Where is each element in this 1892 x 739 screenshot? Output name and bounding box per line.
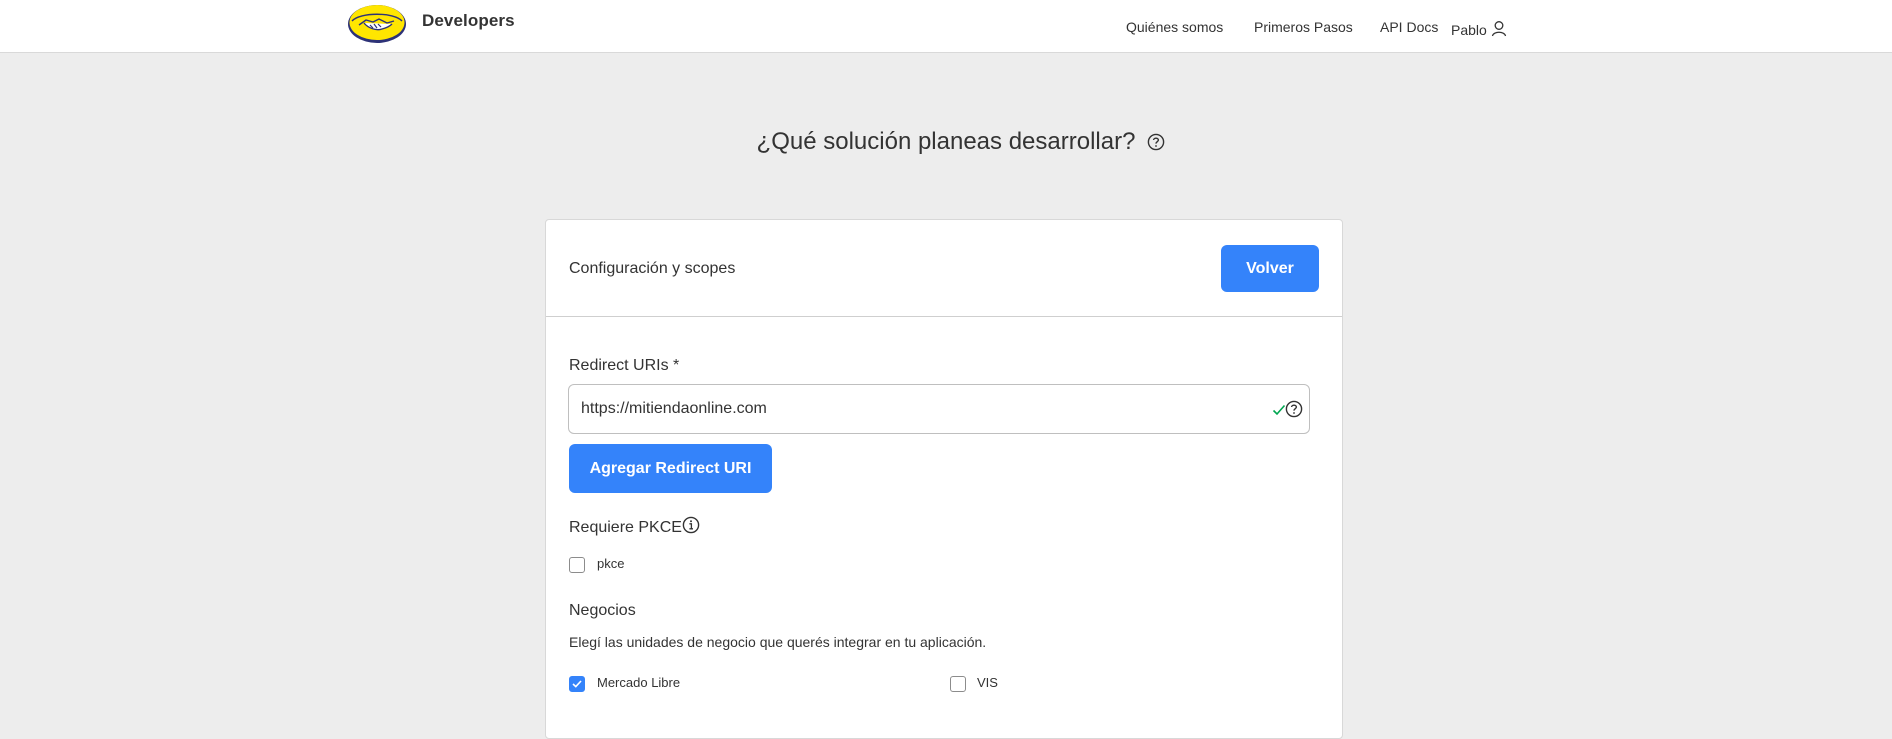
pkce-label: Requiere PKCE xyxy=(569,519,682,536)
page-title: ¿Qué solución planeas desarrollar? xyxy=(756,128,1136,155)
info-icon[interactable] xyxy=(682,516,700,534)
card-title: Configuración y scopes xyxy=(569,260,736,277)
mercadolibre-handshake-logo[interactable] xyxy=(346,1,408,45)
vis-checkbox[interactable] xyxy=(950,676,966,692)
nav-quienes-somos[interactable]: Quiénes somos xyxy=(1126,19,1223,35)
add-redirect-uri-button[interactable]: Agregar Redirect URI xyxy=(569,444,772,493)
nav-primeros-pasos[interactable]: Primeros Pasos xyxy=(1254,19,1353,35)
redirect-uri-input[interactable] xyxy=(581,385,1271,433)
top-navbar: Developers Quiénes somos Primeros Pasos … xyxy=(0,0,1892,53)
negocios-description: Elegí las unidades de negocio que querés… xyxy=(569,634,987,650)
pkce-checkbox-label: pkce xyxy=(597,556,625,571)
help-circle-icon[interactable] xyxy=(1285,400,1303,418)
user-name: Pablo xyxy=(1451,21,1487,38)
card-header: Configuración y scopes Volver xyxy=(546,220,1342,317)
redirect-uri-field xyxy=(568,384,1310,434)
vis-label: VIS xyxy=(977,675,998,690)
brand-name: Developers xyxy=(422,11,515,30)
negocios-label: Negocios xyxy=(569,602,636,619)
nav-api-docs[interactable]: API Docs xyxy=(1380,19,1438,35)
redirect-uris-label: Redirect URIs * xyxy=(569,357,680,374)
page-title-row: ¿Qué solución planeas desarrollar? xyxy=(0,128,1892,156)
pkce-checkbox[interactable] xyxy=(569,557,585,573)
mercado-libre-label: Mercado Libre xyxy=(597,675,681,690)
help-circle-icon[interactable] xyxy=(1147,130,1165,151)
volver-button[interactable]: Volver xyxy=(1221,245,1319,292)
user-icon xyxy=(1487,19,1507,40)
user-menu[interactable]: Pablo xyxy=(1451,19,1507,40)
valid-check-icon xyxy=(1272,403,1286,416)
mercado-libre-checkbox[interactable] xyxy=(569,676,585,692)
config-card: Configuración y scopes Volver Redirect U… xyxy=(545,219,1343,739)
